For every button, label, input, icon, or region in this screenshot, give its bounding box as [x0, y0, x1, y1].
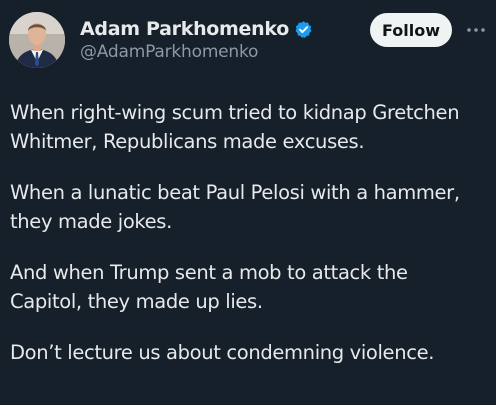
avatar[interactable]: [9, 12, 65, 68]
tweet-text: When right-wing scum tried to kidnap Gre…: [10, 98, 492, 389]
tweet-line: Whitmer, Republicans made excuses.: [10, 130, 365, 153]
follow-button[interactable]: Follow: [370, 13, 452, 47]
author-name-row: Adam Parkhomenko: [80, 17, 313, 41]
tweet-line: Don’t lecture us about condemning violen…: [10, 341, 435, 364]
verified-badge-icon[interactable]: [294, 20, 313, 39]
tweet-paragraph: And when Trump sent a mob to attack the …: [10, 258, 492, 316]
tweet-line: When a lunatic beat Paul Pelosi with a h…: [10, 181, 460, 204]
tweet-paragraph: Don’t lecture us about condemning violen…: [10, 338, 492, 367]
more-options-icon[interactable]: [465, 22, 487, 36]
tweet-paragraph: When a lunatic beat Paul Pelosi with a h…: [10, 178, 492, 236]
tweet-line: they made jokes.: [10, 210, 172, 233]
tweet-line: Capitol, they made up lies.: [10, 290, 263, 313]
tweet-paragraph: When right-wing scum tried to kidnap Gre…: [10, 98, 492, 156]
user-avatar-photo-icon: [9, 12, 65, 68]
author-handle[interactable]: @AdamParkhomenko: [80, 42, 258, 62]
display-name[interactable]: Adam Parkhomenko: [80, 18, 289, 40]
tweet-card: Adam Parkhomenko @AdamParkhomenko Follow…: [0, 0, 496, 405]
tweet-line: When right-wing scum tried to kidnap Gre…: [10, 101, 460, 124]
tweet-line: And when Trump sent a mob to attack the: [10, 261, 408, 284]
